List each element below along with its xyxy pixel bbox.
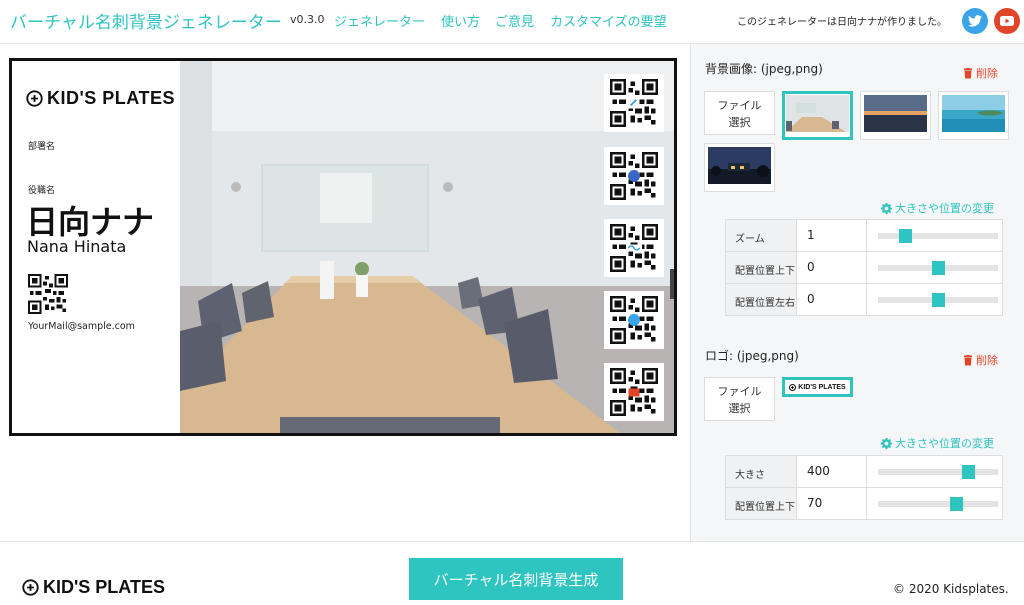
row-slider[interactable]: [878, 293, 998, 307]
logo-adjust-link[interactable]: 大きさや位置の変更: [881, 435, 994, 451]
author-credit: このジェネレーターは日向ナナが作りました。: [737, 17, 947, 28]
qr-infinity: [604, 219, 664, 277]
logo-delete-button[interactable]: 削除: [963, 352, 998, 368]
business-card-preview: KID'S PLATES 部署名 役職名 日向ナナ Nana Hinata Yo…: [9, 58, 677, 436]
top-nav-bar: バーチャル名刺背景ジェネレーター v0.3.0 ジェネレーター 使い方 ご意見 …: [0, 0, 1024, 44]
settings-panel: 背景画像: (jpeg,png) 削除 ファイル 選択 大きさや位置の変更 ズー…: [690, 44, 1024, 541]
row-label: 配置位置上下: [726, 252, 797, 283]
qr-youtube: [604, 363, 664, 421]
slider-handle[interactable]: [949, 497, 963, 511]
slider-handle[interactable]: [899, 229, 913, 243]
background-adjust-table: ズーム 1 配置位置上下 0 配置位置左右 0: [725, 219, 1003, 316]
nav-generator[interactable]: ジェネレーター: [334, 11, 425, 30]
footer-logo: KID'S PLATES: [22, 577, 165, 598]
logo-adjust-row: 配置位置上下 70: [725, 488, 1003, 520]
card-info-panel: KID'S PLATES 部署名 役職名 日向ナナ Nana Hinata Yo…: [12, 61, 180, 433]
card-qr-code: [28, 274, 68, 314]
delete-label: 削除: [976, 67, 998, 80]
row-label: 配置位置上下: [726, 488, 797, 519]
logo-file-select-button[interactable]: ファイル 選択: [704, 377, 775, 421]
trash-icon: [964, 354, 972, 365]
background-delete-button[interactable]: 削除: [963, 65, 998, 81]
plus-circle-icon: [26, 90, 43, 107]
background-adjust-row: 配置位置上下 0: [725, 252, 1003, 284]
card-logo: KID'S PLATES: [26, 88, 175, 109]
bg-thumb-sunset[interactable]: [860, 91, 931, 140]
trash-icon: [964, 67, 972, 78]
file-label-line1: ファイル: [717, 99, 762, 112]
slider-handle[interactable]: [961, 465, 975, 479]
generate-background-button[interactable]: バーチャル名刺背景生成: [409, 558, 623, 600]
row-slider[interactable]: [878, 497, 998, 511]
role-label: 役職名: [28, 186, 56, 196]
delete-label: 削除: [976, 354, 998, 367]
plus-circle-icon: [22, 579, 39, 596]
twitter-icon[interactable]: [962, 8, 988, 34]
adjust-label: 大きさや位置の変更: [895, 437, 994, 450]
logo-adjust-row: 大きさ 400: [725, 456, 1003, 488]
qr-facebook: [604, 147, 664, 205]
department-label: 部署名: [28, 142, 56, 152]
background-file-select-button[interactable]: ファイル 選択: [704, 91, 775, 135]
nav-how-to-use[interactable]: 使い方: [441, 11, 480, 30]
row-value-input[interactable]: 70: [797, 488, 867, 519]
youtube-icon[interactable]: [994, 8, 1020, 34]
card-logo-text: KID'S PLATES: [47, 88, 175, 108]
qr-link: [604, 74, 664, 132]
row-value-input[interactable]: 0: [797, 252, 867, 283]
adjust-label: 大きさや位置の変更: [895, 202, 994, 215]
nav-feedback[interactable]: ご意見: [495, 11, 534, 30]
copyright-text: © 2020 Kidsplates.: [893, 582, 1009, 596]
background-adjust-row: 配置位置左右 0: [725, 284, 1003, 316]
background-image-title: 背景画像: (jpeg,png): [705, 62, 823, 76]
background-adjust-link[interactable]: 大きさや位置の変更: [881, 200, 994, 216]
row-label: 配置位置左右: [726, 284, 797, 315]
bg-thumb-meeting-room[interactable]: [782, 91, 853, 140]
background-photo: [180, 61, 674, 433]
nav-customize-request[interactable]: カスタマイズの要望: [550, 11, 667, 30]
bg-thumb-night-house[interactable]: [704, 143, 775, 192]
footer: KID'S PLATES バーチャル名刺背景生成 © 2020 Kidsplat…: [0, 541, 1024, 605]
row-slider[interactable]: [878, 465, 998, 479]
gear-icon: [881, 437, 892, 449]
qr-twitter: [604, 291, 664, 349]
row-slider[interactable]: [878, 261, 998, 275]
row-value-input[interactable]: 400: [797, 456, 867, 487]
email-text: YourMail@sample.com: [28, 321, 135, 332]
bg-thumb-ocean[interactable]: [938, 91, 1009, 140]
slider-handle[interactable]: [931, 293, 945, 307]
logo-title: ロゴ: (jpeg,png): [705, 349, 799, 363]
meeting-room-image: [180, 61, 674, 433]
footer-logo-text: KID'S PLATES: [43, 577, 165, 597]
name-english: Nana Hinata: [27, 237, 127, 256]
row-value-input[interactable]: 0: [797, 284, 867, 315]
logo-adjust-table: 大きさ 400 配置位置上下 70: [725, 455, 1003, 520]
version-label: v0.3.0: [290, 13, 325, 26]
gear-icon: [881, 202, 892, 214]
background-adjust-row: ズーム 1: [725, 220, 1003, 252]
row-label: 大きさ: [726, 456, 797, 487]
file-label-line2: 選択: [728, 116, 751, 129]
row-slider[interactable]: [878, 229, 998, 243]
logo-thumb-text: KID'S PLATES: [798, 383, 846, 391]
slider-handle[interactable]: [931, 261, 945, 275]
file-label-line1: ファイル: [717, 385, 762, 398]
row-value-input[interactable]: 1: [797, 220, 867, 251]
plus-circle-icon: [789, 383, 797, 391]
logo-thumbnail[interactable]: KID'S PLATES: [782, 377, 853, 397]
row-label: ズーム: [726, 220, 797, 251]
app-title[interactable]: バーチャル名刺背景ジェネレーター: [10, 8, 282, 33]
file-label-line2: 選択: [728, 402, 751, 415]
